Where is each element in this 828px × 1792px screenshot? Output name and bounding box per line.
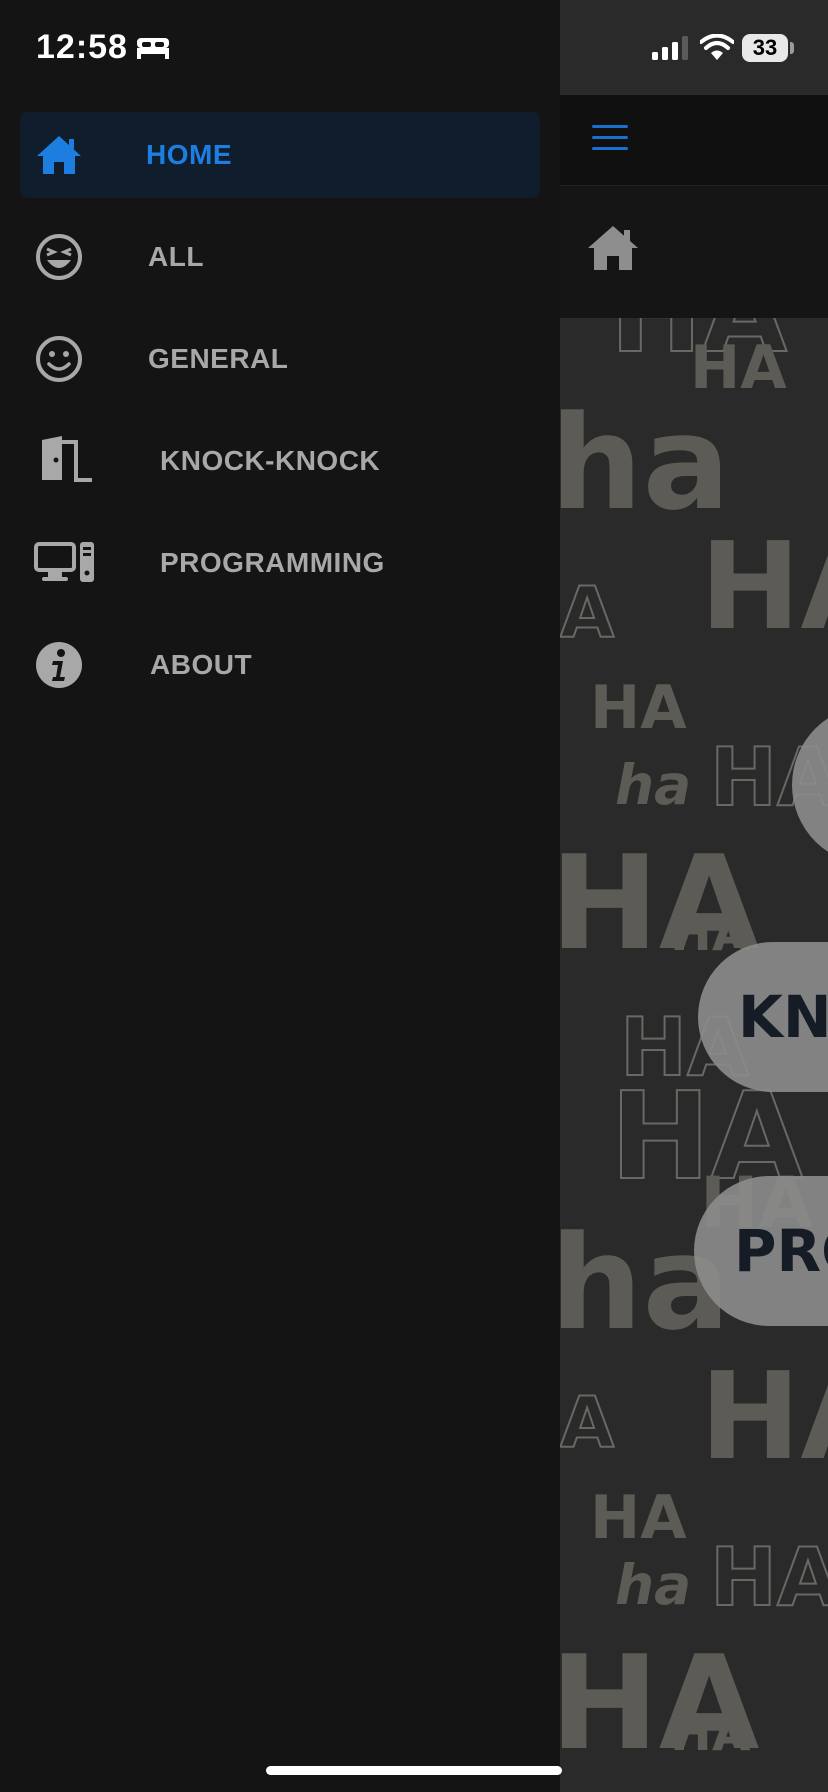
home-indicator-bar[interactable]: [266, 1766, 562, 1775]
menu-item-knock-knock[interactable]: KNOCK-KNOCK: [20, 418, 540, 504]
category-button-label: PRO: [734, 1217, 828, 1285]
menu-item-label: GENERAL: [148, 343, 289, 374]
home-icon: [37, 136, 81, 174]
wifi-icon: [700, 34, 734, 60]
menu-item-label: HOME: [146, 139, 232, 170]
navigation-drawer: HOME ALL GENERAL KNOCK-KNOCK PROGRAMMING…: [0, 0, 560, 1792]
menu-item-label: ALL: [148, 241, 204, 272]
status-time: 12:58: [36, 28, 128, 66]
category-button-label: KN: [738, 983, 828, 1051]
app-header-band: [560, 186, 828, 318]
battery-tip: [790, 42, 794, 54]
battery-indicator: 33: [742, 34, 788, 62]
home-icon[interactable]: [584, 222, 642, 274]
door-icon: [36, 436, 92, 482]
status-bar: 12:58 33: [0, 0, 828, 95]
menu-item-programming[interactable]: PROGRAMMING: [20, 520, 540, 606]
app-top-bar: [560, 95, 828, 186]
hamburger-menu-icon[interactable]: [592, 125, 628, 151]
menu-item-general[interactable]: GENERAL: [20, 316, 540, 402]
cellular-signal-icon: [652, 36, 688, 60]
info-icon: [36, 642, 82, 688]
laughing-face-icon: [36, 234, 82, 280]
menu-item-label: KNOCK-KNOCK: [160, 445, 381, 476]
menu-item-label: ABOUT: [150, 649, 253, 680]
smiley-face-icon: [36, 336, 82, 382]
menu-item-home[interactable]: HOME: [20, 112, 540, 198]
menu-item-label: PROGRAMMING: [160, 547, 385, 578]
menu-item-about[interactable]: ABOUT: [20, 622, 540, 708]
menu-item-all[interactable]: ALL: [20, 214, 540, 300]
computer-icon: [34, 542, 94, 582]
sleep-focus-icon: [137, 38, 169, 59]
